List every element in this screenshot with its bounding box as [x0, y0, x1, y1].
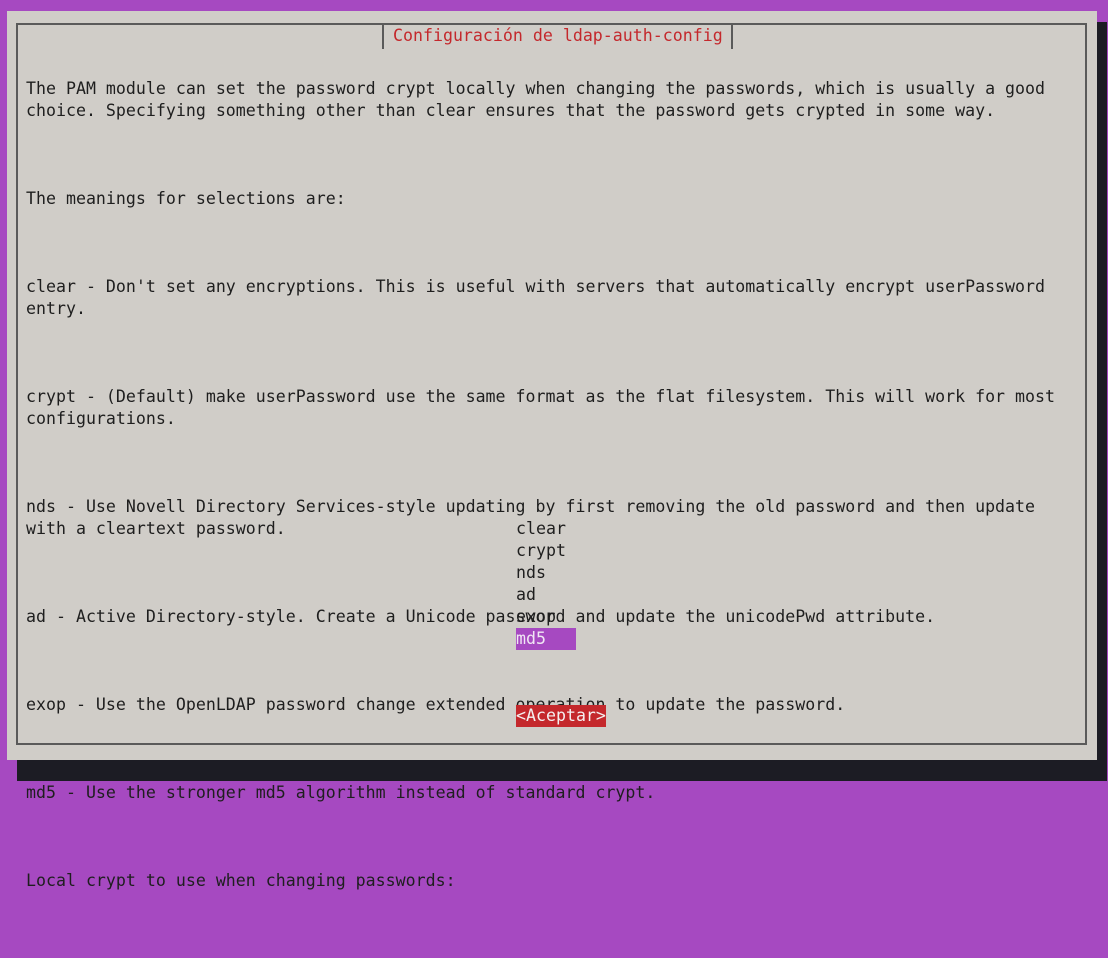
option-md5[interactable]: md5 — [516, 628, 576, 650]
ok-button[interactable]: <Aceptar> — [516, 705, 606, 727]
option-exop[interactable]: exop — [516, 606, 576, 628]
question-prompt: Local crypt to use when changing passwor… — [26, 871, 456, 890]
clear-description: clear - Don't set any encryptions. This … — [26, 277, 1046, 318]
intro-paragraph: The PAM module can set the password cryp… — [26, 79, 1046, 120]
crypt-description: crypt - (Default) make userPassword use … — [26, 387, 1055, 428]
option-crypt[interactable]: crypt — [516, 540, 576, 562]
crypt-options-list: clear crypt nds ad exop md5 — [516, 518, 576, 650]
md5-description: md5 - Use the stronger md5 algorithm ins… — [26, 783, 656, 802]
option-nds[interactable]: nds — [516, 562, 576, 584]
option-clear[interactable]: clear — [516, 518, 576, 540]
dialog-description: The PAM module can set the password cryp… — [26, 34, 1086, 958]
debconf-dialog: Configuración de ldap-auth-config The PA… — [7, 11, 1097, 890]
meanings-heading: The meanings for selections are: — [26, 189, 346, 208]
option-ad[interactable]: ad — [516, 584, 576, 606]
